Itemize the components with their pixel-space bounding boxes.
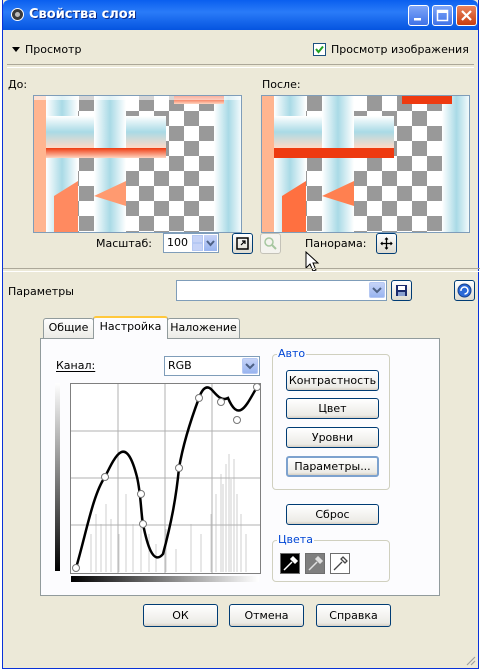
curve-point [195, 394, 203, 402]
divider [7, 64, 474, 68]
curve-point [137, 490, 145, 498]
chevron-down-icon[interactable] [242, 358, 258, 374]
gray-point-picker[interactable] [305, 553, 325, 574]
app-icon [11, 8, 24, 21]
triangle-down-icon [12, 47, 20, 52]
eyedropper-white-icon [333, 556, 348, 571]
auto-options-button[interactable]: Параметры... [286, 456, 379, 477]
curve-point [253, 384, 260, 391]
tone-gradient-horizontal [71, 576, 259, 582]
checkbox-box[interactable] [313, 43, 326, 56]
ok-button[interactable]: ОК [143, 604, 218, 627]
undo-circle-icon [457, 283, 472, 298]
window-title: Свойства слоя [29, 7, 137, 22]
after-preview[interactable] [261, 95, 470, 233]
reset-button[interactable]: Сброс [286, 504, 379, 525]
preset-dropdown[interactable] [176, 280, 387, 301]
auto-levels-button[interactable]: Уровни [286, 427, 379, 448]
auto-color-button[interactable]: Цвет [286, 398, 379, 419]
tone-gradient-vertical [55, 383, 60, 571]
curve-point [72, 564, 80, 572]
before-image [34, 96, 241, 232]
spin-down-button[interactable] [192, 243, 203, 251]
minimize-icon [414, 18, 421, 21]
before-preview[interactable] [33, 95, 242, 233]
curve-point [217, 398, 225, 406]
close-icon [461, 10, 472, 21]
dialog-window: Свойства слоя Просмотр Просмотр изображе… [2, 0, 480, 669]
resize-grip-icon[interactable] [464, 654, 476, 666]
histogram [90, 454, 247, 572]
black-point-picker[interactable] [280, 553, 300, 574]
zoom-reset-button[interactable] [260, 233, 281, 254]
curves-graph[interactable] [70, 383, 261, 574]
floppy-disk-icon [396, 285, 407, 296]
spin-up-button[interactable] [192, 235, 203, 243]
save-preset-button[interactable] [391, 280, 412, 301]
auto-group-label: Авто [277, 347, 307, 360]
curve-point [233, 416, 241, 424]
tab-general[interactable]: Общие [43, 318, 94, 338]
white-point-picker[interactable] [330, 553, 350, 574]
maximize-icon [436, 9, 449, 22]
title-bar[interactable]: Свойства слоя [3, 0, 478, 30]
zoom-spinner[interactable]: 100 [163, 233, 219, 253]
before-label: До: [8, 78, 28, 91]
zoom-value[interactable]: 100 [167, 236, 188, 249]
channel-value: RGB [168, 359, 192, 372]
magnifier-disabled-icon [264, 237, 277, 250]
channel-label: Канал: [56, 359, 96, 372]
eyedropper-gray-icon [308, 555, 324, 571]
fit-window-icon [236, 237, 249, 250]
auto-contrast-button[interactable]: Контрастность [286, 370, 379, 391]
cancel-button[interactable]: Отмена [229, 604, 304, 627]
dropdown-arrow-icon[interactable] [204, 235, 217, 251]
divider [3, 268, 480, 272]
preview-toggle-label: Просмотр [25, 43, 82, 56]
chevron-down-icon[interactable] [369, 282, 385, 298]
help-button[interactable]: Справка [316, 604, 391, 627]
curve-point [139, 520, 147, 528]
pan-label: Панорама: [305, 237, 367, 250]
eyedropper-black-icon [283, 555, 299, 571]
channel-dropdown[interactable]: RGB [164, 356, 260, 376]
after-image [262, 96, 469, 232]
curve-point [175, 464, 183, 472]
colors-group-label: Цвета [277, 533, 314, 546]
tab-overlay[interactable]: Наложение [167, 318, 240, 338]
settings-tab-pane: Канал: RGB Авто Контрастность Цвет Уровн… [40, 338, 440, 596]
after-label: После: [262, 78, 301, 91]
preview-image-label: Просмотр изображения [331, 43, 469, 56]
zoom-fit-button[interactable] [232, 233, 253, 254]
params-label: Параметры [8, 285, 74, 298]
reset-preset-button[interactable] [454, 280, 475, 301]
maximize-button[interactable] [432, 5, 453, 26]
move-crosshair-icon [380, 237, 393, 250]
checkmark-icon [315, 45, 324, 54]
tab-settings[interactable]: Настройка [93, 316, 168, 339]
close-button[interactable] [456, 5, 477, 26]
curve-point [101, 473, 109, 481]
pan-button[interactable] [376, 233, 397, 254]
minimize-button[interactable] [408, 5, 429, 26]
zoom-label: Масштаб: [96, 237, 152, 250]
